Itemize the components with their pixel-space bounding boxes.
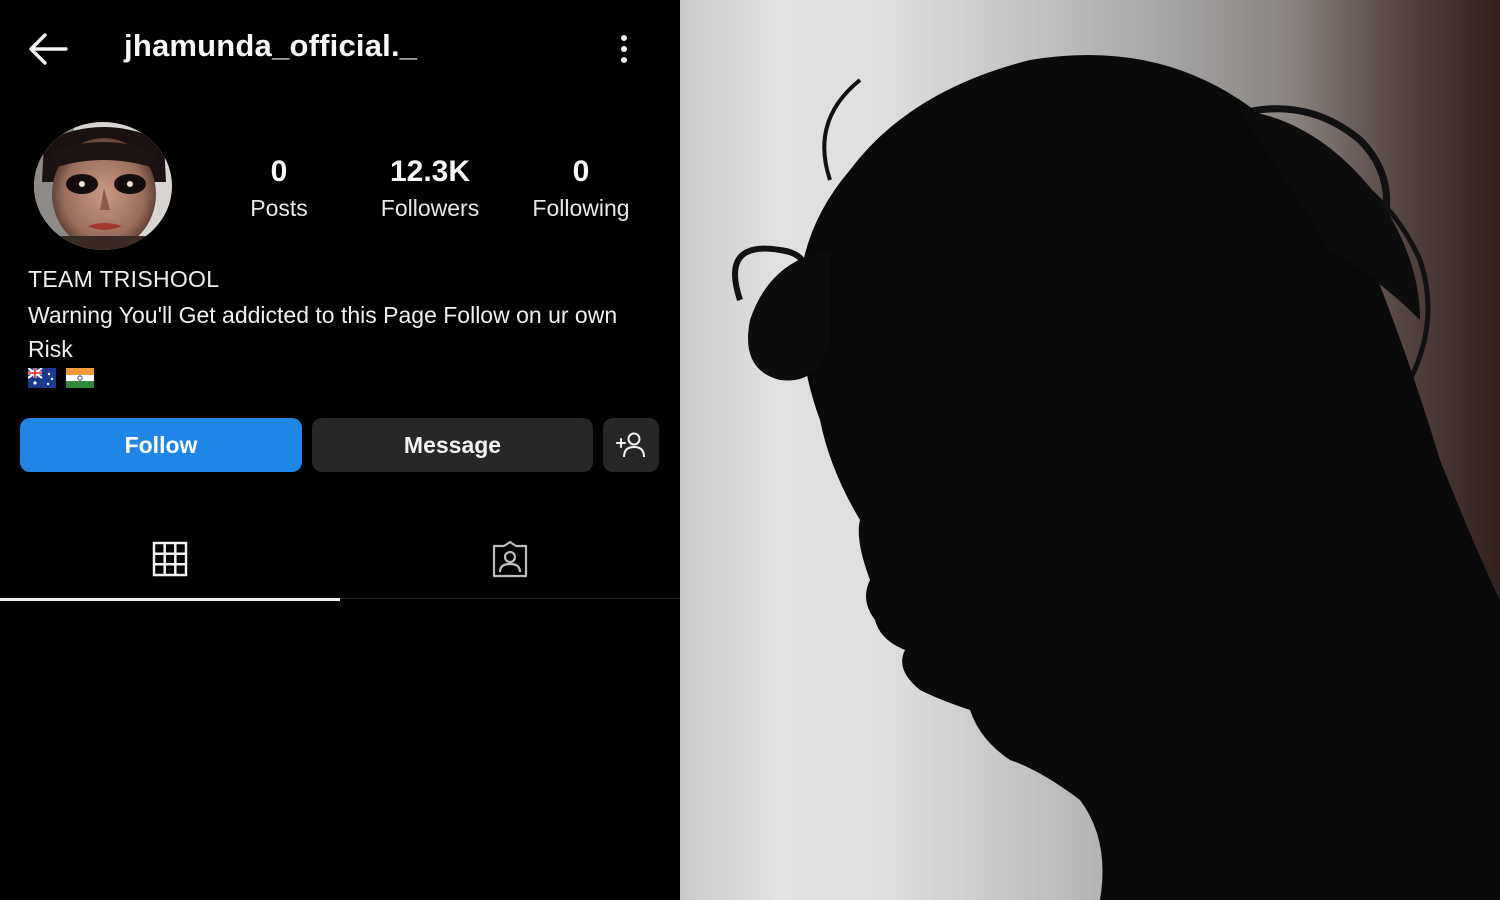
more-vertical-icon[interactable] (612, 30, 636, 68)
followers-label: Followers (380, 195, 480, 221)
profile-screen: jhamunda_official._ 0 Posts 12.3K Follow… (0, 0, 680, 900)
posts-label: Posts (250, 195, 308, 221)
profile-username: jhamunda_official._ (124, 28, 418, 63)
following-label: Following (532, 195, 630, 221)
avatar[interactable] (34, 122, 172, 250)
australia-flag-icon (28, 368, 56, 388)
following-count: 0 (572, 155, 590, 188)
followers-stat[interactable]: 12.3K Followers (355, 152, 505, 224)
silhouette-photo (680, 0, 1500, 900)
avatar-image (34, 122, 172, 250)
suggested-users-button[interactable] (603, 418, 659, 472)
tagged-icon (492, 540, 528, 578)
back-arrow-icon[interactable] (26, 30, 70, 68)
message-button[interactable]: Message (312, 418, 593, 472)
grid-icon (152, 541, 188, 577)
posts-count: 0 (270, 155, 288, 188)
silhouette-image (680, 0, 1500, 900)
following-stat[interactable]: 0 Following (506, 152, 656, 224)
posts-stat: 0 Posts (204, 152, 354, 224)
tab-tagged[interactable] (340, 520, 680, 599)
bio-flags (28, 368, 94, 388)
bio-name: TEAM TRISHOOL (28, 266, 220, 292)
tab-posts-grid[interactable] (0, 520, 340, 601)
add-user-icon (616, 432, 645, 458)
india-flag-icon (66, 368, 94, 388)
bio-text: Warning You'll Get addicted to this Page… (28, 302, 618, 362)
followers-count: 12.3K (389, 155, 471, 188)
follow-button[interactable]: Follow (20, 418, 302, 472)
